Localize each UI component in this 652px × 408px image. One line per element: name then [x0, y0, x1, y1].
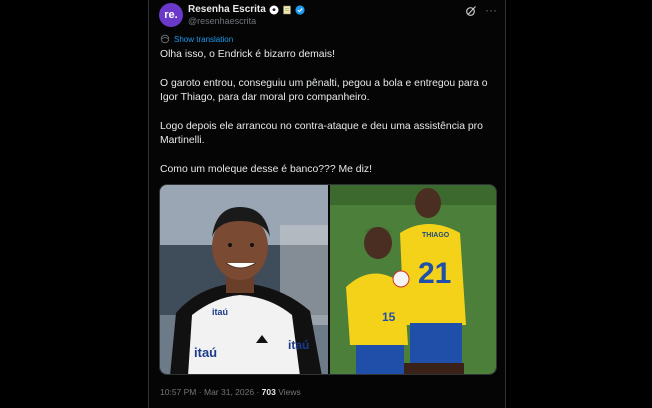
- author-name-row: Resenha Escrita: [188, 4, 305, 15]
- media-photo-left[interactable]: itaú itaú itaú: [160, 185, 328, 375]
- show-translation-label: Show translation: [174, 34, 234, 44]
- tweet-card: re. Resenha Escrita @resenhaescrita ···: [148, 0, 506, 408]
- tweet-paragraph: Olha isso, o Endrick é bizarro demais!: [160, 49, 335, 60]
- sponsor-logo-1: itaú: [194, 345, 217, 360]
- tweet-media[interactable]: itaú itaú itaú THIAGO 21 15: [159, 184, 497, 375]
- media-photo-right[interactable]: THIAGO 21 15: [330, 185, 497, 375]
- tweet-paragraph: Como um moleque desse é banco??? Me diz!: [160, 163, 372, 175]
- author-display-name[interactable]: Resenha Escrita: [188, 4, 266, 15]
- views-count: 703: [261, 387, 276, 397]
- notepad-icon: [283, 5, 291, 14]
- tweet-paragraph: Logo depois ele arrancou no contra-ataqu…: [160, 120, 483, 147]
- tweet-date[interactable]: Mar 31, 2026: [204, 387, 254, 397]
- shirt-name: THIAGO: [422, 232, 450, 239]
- shirt-number-front: 15: [382, 310, 396, 324]
- author-handle[interactable]: @resenhaescrita: [188, 16, 256, 26]
- views-label: Views: [278, 387, 301, 397]
- meta-separator: ·: [198, 387, 202, 397]
- meta-separator-2: ·: [256, 387, 260, 397]
- avatar[interactable]: re.: [159, 3, 183, 27]
- sponsor-logo-2: itaú: [288, 338, 309, 352]
- more-options-icon[interactable]: ···: [485, 3, 497, 17]
- translate-icon: [160, 34, 170, 44]
- soccer-ball-icon: [269, 5, 279, 14]
- tweet-paragraph: O garoto entrou, conseguiu um pênalti, p…: [160, 77, 488, 104]
- sponsor-logo-3: itaú: [212, 307, 228, 317]
- verified-badge-icon: [295, 4, 305, 15]
- tweet-meta: 10:57 PM · Mar 31, 2026 · 703 Views: [160, 387, 301, 397]
- shirt-number-back: 21: [418, 257, 451, 290]
- tweet-time[interactable]: 10:57 PM: [160, 387, 196, 397]
- media-images: itaú itaú itaú THIAGO 21 15: [160, 185, 497, 375]
- tweet-text: Olha isso, o Endrick é bizarro demais! O…: [160, 48, 500, 191]
- grok-icon[interactable]: [465, 5, 477, 17]
- tweet-header: re. Resenha Escrita @resenhaescrita ···: [159, 3, 499, 29]
- show-translation-link[interactable]: Show translation: [160, 34, 233, 44]
